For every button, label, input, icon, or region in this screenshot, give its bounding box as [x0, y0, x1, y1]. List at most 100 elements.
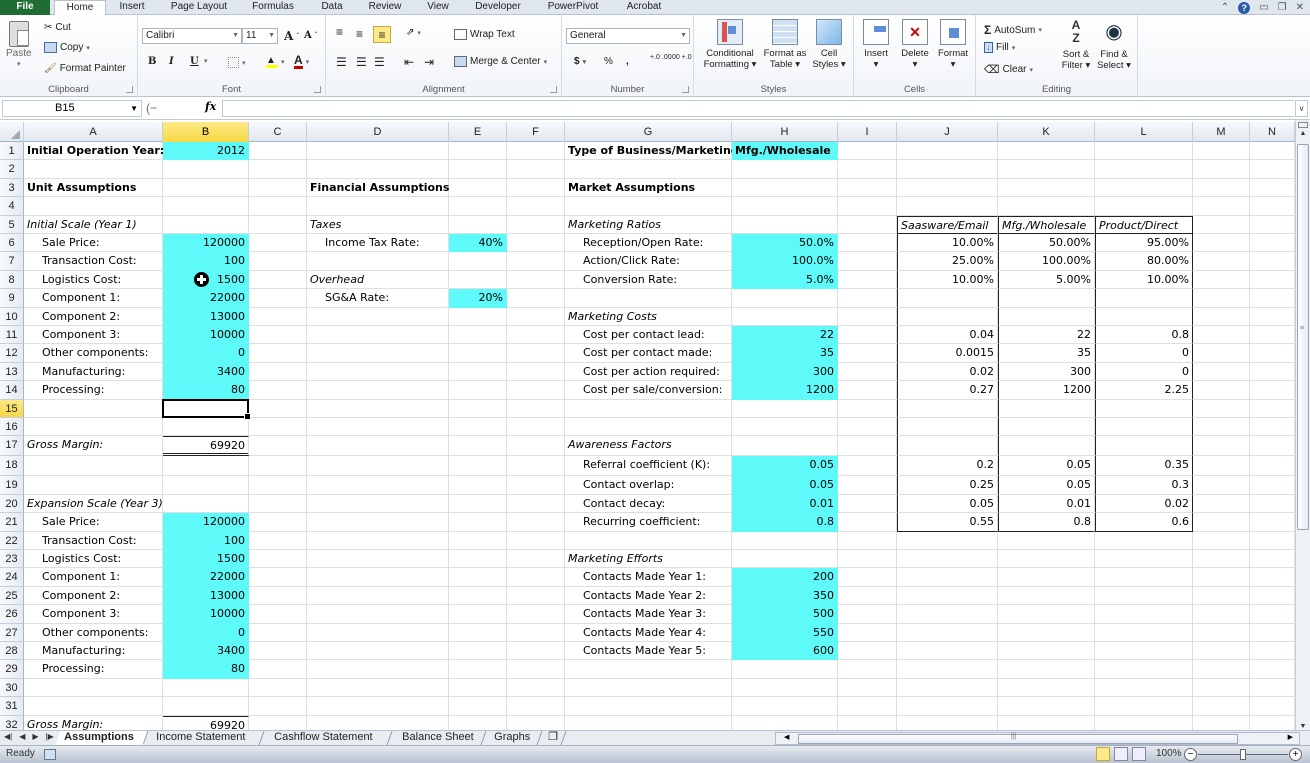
- cell-d11[interactable]: [307, 326, 449, 345]
- cell-n5[interactable]: [1250, 215, 1295, 234]
- cell-g7[interactable]: Action/Click Rate:: [565, 252, 732, 271]
- cell-g9[interactable]: [565, 289, 732, 308]
- cell-n17[interactable]: [1250, 436, 1295, 457]
- cell-i7[interactable]: [838, 252, 897, 271]
- cell-m10[interactable]: [1193, 307, 1250, 326]
- cell-i4[interactable]: [838, 197, 897, 216]
- cell-l4[interactable]: [1095, 197, 1193, 216]
- cell-m1[interactable]: [1193, 142, 1250, 161]
- cell-g27[interactable]: Contacts Made Year 4:: [565, 623, 732, 642]
- cell-g11[interactable]: Cost per contact lead:: [565, 326, 732, 345]
- cell-f6[interactable]: [507, 234, 565, 253]
- cell-h10[interactable]: [732, 307, 838, 326]
- cell-k9[interactable]: [998, 289, 1095, 308]
- cell-c2[interactable]: [249, 160, 307, 179]
- cell-f16[interactable]: [507, 418, 565, 437]
- cell-f24[interactable]: [507, 568, 565, 587]
- cell-g6[interactable]: Reception/Open Rate:: [565, 234, 732, 253]
- row-header-27[interactable]: 27: [0, 623, 24, 642]
- cell-g22[interactable]: [565, 531, 732, 550]
- cell-e21[interactable]: [449, 513, 507, 532]
- cell-e17[interactable]: [449, 436, 507, 457]
- cell-i18[interactable]: [838, 456, 897, 477]
- cell-h17[interactable]: [732, 436, 838, 457]
- cell-g32[interactable]: [565, 715, 732, 730]
- cell-k5[interactable]: Mfg./Wholesale: [998, 215, 1095, 234]
- row-header-6[interactable]: 6: [0, 234, 24, 253]
- cell-j26[interactable]: [897, 605, 998, 624]
- cell-k18[interactable]: 0.05: [998, 456, 1095, 477]
- cell-f19[interactable]: [507, 476, 565, 495]
- cell-b21[interactable]: 120000: [163, 513, 249, 532]
- zoom-slider-thumb[interactable]: [1240, 749, 1246, 760]
- cell-g30[interactable]: [565, 678, 732, 698]
- cell-j8[interactable]: 10.00%: [897, 270, 998, 290]
- align-right-button[interactable]: ☰: [374, 55, 385, 69]
- cell-f20[interactable]: [507, 494, 565, 514]
- cell-i24[interactable]: [838, 568, 897, 587]
- vertical-scrollbar[interactable]: ▲ ≡ ▼: [1295, 120, 1310, 732]
- cell-d16[interactable]: [307, 418, 449, 437]
- cell-e18[interactable]: [449, 456, 507, 477]
- cell-i9[interactable]: [838, 289, 897, 308]
- cell-b6[interactable]: 120000: [163, 234, 249, 253]
- cell-m29[interactable]: [1193, 660, 1250, 679]
- cell-l30[interactable]: [1095, 678, 1193, 698]
- cell-m2[interactable]: [1193, 160, 1250, 179]
- row-header-30[interactable]: 30: [0, 678, 24, 698]
- cell-a16[interactable]: [24, 418, 163, 437]
- tab-powerpivot[interactable]: PowerPivot: [540, 0, 606, 15]
- cell-b1[interactable]: 2012: [163, 142, 249, 161]
- cell-h14[interactable]: 1200: [732, 381, 838, 400]
- cell-c7[interactable]: [249, 252, 307, 271]
- cell-c18[interactable]: [249, 456, 307, 477]
- cell-e3[interactable]: [449, 178, 507, 198]
- cell-l11[interactable]: 0.8: [1095, 326, 1193, 345]
- cell-a15[interactable]: [24, 399, 163, 418]
- column-header-h[interactable]: H: [732, 122, 838, 142]
- cell-c27[interactable]: [249, 623, 307, 642]
- cell-n20[interactable]: [1250, 494, 1295, 514]
- cell-j15[interactable]: [897, 399, 998, 418]
- cell-f8[interactable]: [507, 270, 565, 290]
- cell-f7[interactable]: [507, 252, 565, 271]
- cell-g10[interactable]: Marketing Costs: [565, 307, 732, 326]
- cell-h26[interactable]: 500: [732, 605, 838, 624]
- restore-icon[interactable]: ❐: [1278, 2, 1287, 13]
- cell-i11[interactable]: [838, 326, 897, 345]
- cell-e8[interactable]: [449, 270, 507, 290]
- cell-a6[interactable]: Sale Price:: [24, 234, 163, 253]
- formula-input[interactable]: [222, 100, 1294, 117]
- cell-m32[interactable]: [1193, 715, 1250, 730]
- cell-i5[interactable]: [838, 215, 897, 234]
- cell-c5[interactable]: [249, 215, 307, 234]
- row-header-1[interactable]: 1: [0, 142, 24, 161]
- cell-b20[interactable]: [163, 494, 249, 514]
- cell-f11[interactable]: [507, 326, 565, 345]
- cell-h3[interactable]: [732, 178, 838, 198]
- cell-n23[interactable]: [1250, 550, 1295, 569]
- cell-h25[interactable]: 350: [732, 586, 838, 606]
- cell-g5[interactable]: Marketing Ratios: [565, 215, 732, 234]
- cell-m16[interactable]: [1193, 418, 1250, 437]
- cell-c16[interactable]: [249, 418, 307, 437]
- cell-l6[interactable]: 95.00%: [1095, 234, 1193, 253]
- cell-a4[interactable]: [24, 197, 163, 216]
- cell-e9[interactable]: 20%: [449, 289, 507, 308]
- cell-f10[interactable]: [507, 307, 565, 326]
- sheet-tab-assumptions[interactable]: Assumptions: [55, 731, 149, 745]
- cell-k4[interactable]: [998, 197, 1095, 216]
- cell-b22[interactable]: 100: [163, 531, 249, 550]
- font-size-select[interactable]: 11 ▼: [242, 28, 278, 44]
- cell-d25[interactable]: [307, 586, 449, 606]
- cell-n22[interactable]: [1250, 531, 1295, 550]
- cell-k28[interactable]: [998, 642, 1095, 661]
- row-header-14[interactable]: 14: [0, 381, 24, 400]
- row-header-20[interactable]: 20: [0, 494, 24, 514]
- cell-n31[interactable]: [1250, 697, 1295, 716]
- fill-color-button[interactable]: ▲ ▾: [266, 55, 285, 68]
- cell-m27[interactable]: [1193, 623, 1250, 642]
- cell-j30[interactable]: [897, 678, 998, 698]
- row-header-5[interactable]: 5: [0, 215, 24, 234]
- cell-c31[interactable]: [249, 697, 307, 716]
